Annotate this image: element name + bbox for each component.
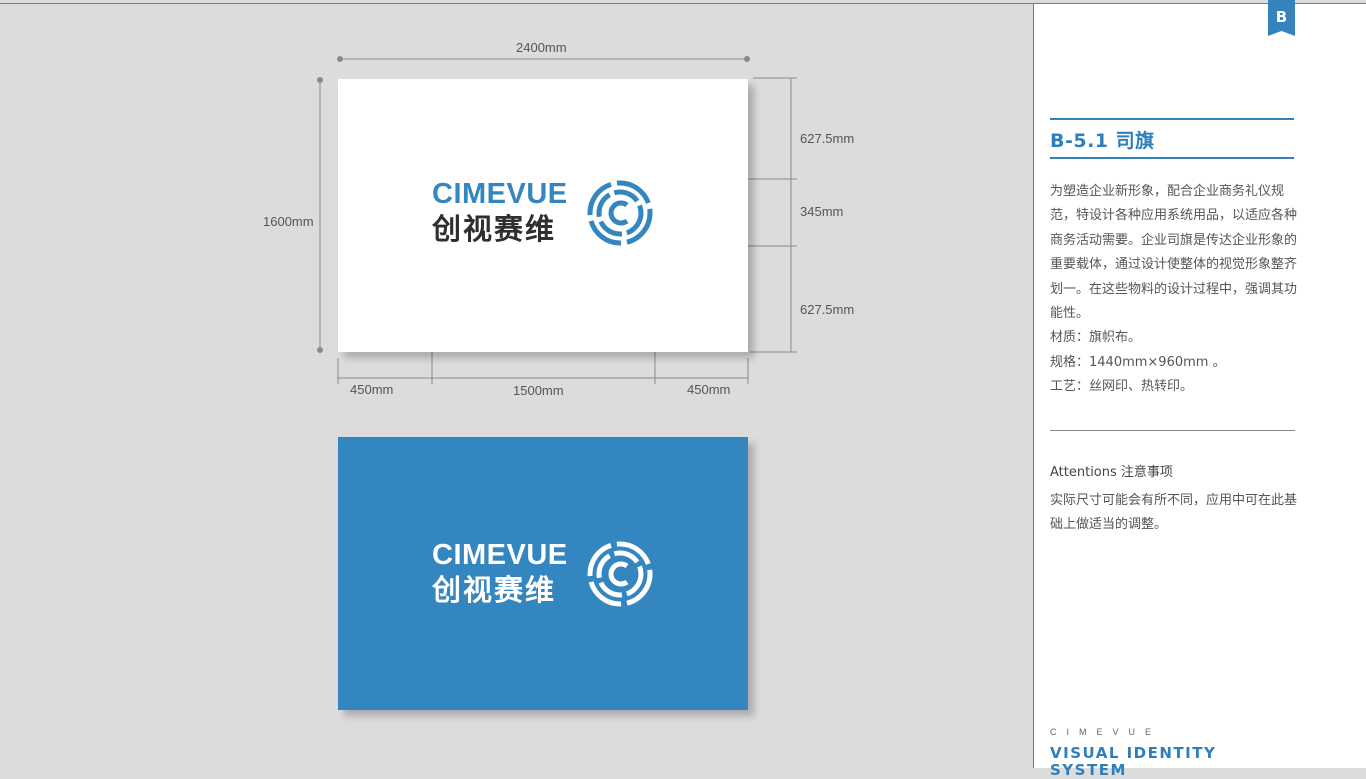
footer-brand-spaced: CIMEVUE bbox=[1050, 727, 1162, 737]
dim-logo-width: 1500mm bbox=[513, 383, 564, 398]
dim-left-margin: 450mm bbox=[350, 382, 394, 397]
description-paragraph: 为塑造企业新形象，配合企业商务礼仪规范，特设计各种应用系统用品，以适应各种商务活… bbox=[1050, 184, 1298, 322]
dim-bottom-margin: 627.5mm bbox=[800, 302, 855, 317]
dim-logo-height: 345mm bbox=[800, 204, 844, 219]
section-divider bbox=[1050, 430, 1295, 431]
logo-wordmark: CIMEVUE bbox=[432, 178, 568, 210]
dim-top-margin: 627.5mm bbox=[800, 131, 855, 146]
footer-visual-identity: VISUAL IDENTITY bbox=[1050, 744, 1217, 762]
attentions-text: 实际尺寸可能会有所不同，应用中可在此基础上做适当的调整。 bbox=[1050, 493, 1298, 533]
flag-blue-version: CIMEVUE 创视赛维 bbox=[338, 437, 748, 710]
process-spec: 工艺：丝网印、热转印。 bbox=[1050, 379, 1194, 395]
section-title-top-rule bbox=[1050, 118, 1294, 120]
section-title: B-5.1 司旗 bbox=[1050, 130, 1155, 152]
logo-chinese-name: 创视赛维 bbox=[432, 212, 557, 246]
dim-total-width: 2400mm bbox=[516, 40, 567, 55]
logo-mark-icon bbox=[587, 541, 653, 607]
brand-logo-reversed: CIMEVUE 创视赛维 bbox=[432, 540, 654, 608]
size-spec: 规格：1440mm×960mm 。 bbox=[1050, 354, 1226, 370]
logo-mark-icon bbox=[587, 180, 653, 246]
section-description: 为塑造企业新形象，配合企业商务礼仪规范，特设计各种应用系统用品，以适应各种商务活… bbox=[1050, 180, 1300, 400]
material-spec: 材质：旗帜布。 bbox=[1050, 330, 1142, 346]
section-title-bottom-rule bbox=[1050, 157, 1294, 159]
dim-right-margin: 450mm bbox=[687, 382, 731, 397]
attentions-title: Attentions 注意事项 bbox=[1050, 465, 1173, 480]
flag-white-version: CIMEVUE 创视赛维 bbox=[338, 79, 748, 352]
dim-total-height: 1600mm bbox=[263, 214, 314, 229]
logo-chinese-name: 创视赛维 bbox=[432, 573, 557, 607]
brand-logo-color: CIMEVUE 创视赛维 bbox=[432, 179, 654, 247]
logo-wordmark: CIMEVUE bbox=[432, 539, 568, 571]
section-tab-marker: B bbox=[1268, 0, 1295, 36]
footer-system: SYSTEM bbox=[1050, 761, 1127, 779]
